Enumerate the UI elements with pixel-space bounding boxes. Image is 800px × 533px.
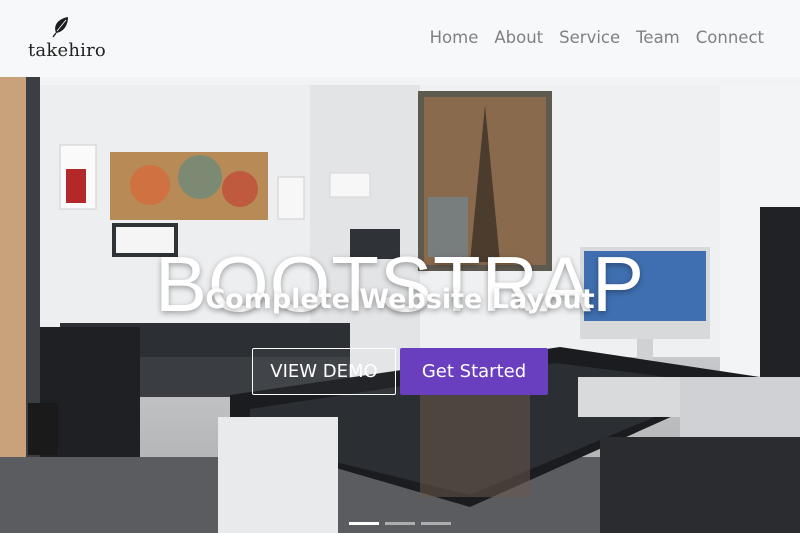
leaf-icon [52, 17, 68, 38]
carousel-indicator-3[interactable] [421, 522, 451, 525]
nav-item-connect[interactable]: Connect [696, 28, 764, 47]
nav-item-service[interactable]: Service [559, 28, 620, 47]
hero-subtitle: Complete Website Layout [205, 284, 595, 315]
carousel-indicators [349, 522, 451, 525]
hero-carousel: BOOTSTRAP Complete Website Layout VIEW D… [0, 77, 800, 533]
nav-item-about[interactable]: About [494, 28, 543, 47]
nav-item-home[interactable]: Home [430, 28, 479, 47]
brand-logo[interactable]: takehiro [28, 16, 106, 62]
carousel-indicator-2[interactable] [385, 522, 415, 525]
navbar: takehiro Home About Service Team Connect [0, 0, 800, 77]
view-demo-button[interactable]: VIEW DEMO [252, 348, 396, 395]
main-nav: Home About Service Team Connect [430, 28, 764, 47]
get-started-button[interactable]: Get Started [400, 348, 548, 395]
carousel-indicator-1[interactable] [349, 522, 379, 525]
brand-name: takehiro [28, 40, 106, 61]
nav-item-team[interactable]: Team [636, 28, 680, 47]
